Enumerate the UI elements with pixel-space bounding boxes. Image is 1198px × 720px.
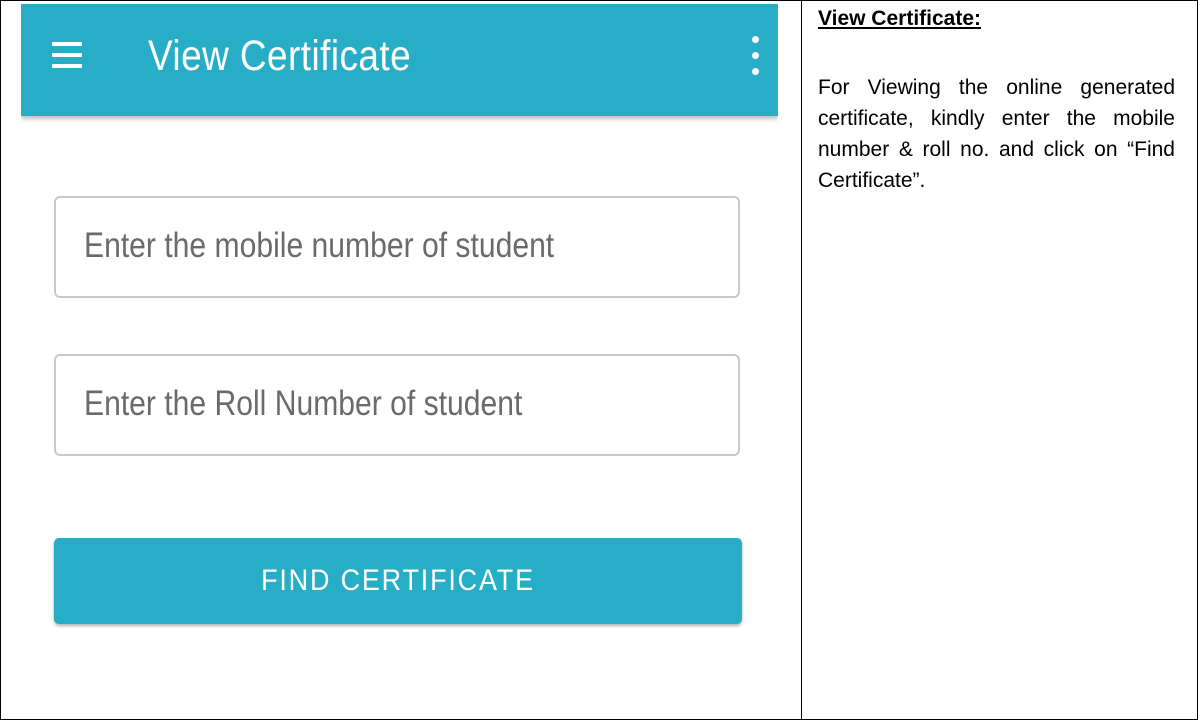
phone-screen: View Certificate Enter the mobile number… <box>21 4 778 719</box>
roll-number-field[interactable]: Enter the Roll Number of student <box>54 354 740 456</box>
hamburger-menu-icon[interactable] <box>52 42 82 68</box>
mobile-number-field[interactable]: Enter the mobile number of student <box>54 196 740 298</box>
find-certificate-button[interactable]: FIND CERTIFICATE <box>54 538 742 624</box>
screenshot-cell: View Certificate Enter the mobile number… <box>1 1 802 719</box>
description-cell: View Certificate: For Viewing the online… <box>802 1 1197 719</box>
roll-number-placeholder: Enter the Roll Number of student <box>84 384 523 423</box>
section-heading: View Certificate: <box>818 7 982 30</box>
page-title: View Certificate <box>148 32 412 80</box>
mobile-number-placeholder: Enter the mobile number of student <box>84 226 555 265</box>
app-bar: View Certificate <box>21 4 778 116</box>
document-table: View Certificate Enter the mobile number… <box>0 0 1198 720</box>
section-body: For Viewing the online generated certifi… <box>818 76 1175 192</box>
find-certificate-label: FIND CERTIFICATE <box>261 564 535 597</box>
more-vertical-icon[interactable] <box>750 36 760 76</box>
